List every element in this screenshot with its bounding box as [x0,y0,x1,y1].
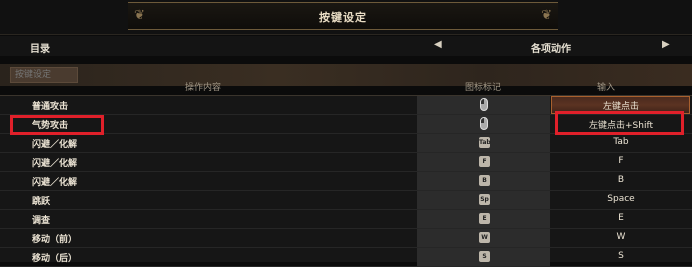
column-headers: 操作内容 图标标记 输入 [0,80,692,94]
keycap-icon: B [479,175,490,186]
action-label: 移动（后） [32,254,78,264]
key-binding[interactable]: E [554,213,688,223]
title-plaque: ❦ ❦ 按键设定 [128,2,558,30]
category-nav: 目录 ◀ 各项动作 ▶ [0,36,692,56]
key-binding[interactable]: B [554,175,688,185]
keycap-icon: Tab [479,137,491,148]
table-row[interactable]: 调查 E E [0,210,692,229]
action-label: 闪避／化解 [32,178,78,188]
annotation-box-key [555,111,684,135]
table-row[interactable]: 闪避／化解 B B [0,172,692,191]
action-label: 普通攻击 [32,102,69,112]
column-header-icon: 图标标记 [465,83,502,93]
table-row[interactable]: 闪避／化解 F F [0,153,692,172]
action-label: 闪避／化解 [32,159,78,169]
column-header-action: 操作内容 [185,83,222,93]
keycap-icon: F [479,156,490,167]
table-row[interactable]: 移动（前） W W [0,229,692,248]
contents-label[interactable]: 目录 [30,40,50,55]
key-binding[interactable]: W [554,232,688,242]
next-arrow-icon[interactable]: ▶ [662,39,670,50]
table-row[interactable]: 闪避／化解 Tab Tab [0,134,692,153]
window-title: 按键设定 [319,11,367,24]
title-bar: ❦ ❦ 按键设定 [0,0,692,35]
category-label: 各项动作 [531,44,571,55]
keycap-icon: E [479,213,490,224]
action-label: 跳跃 [32,197,51,207]
table-row[interactable]: 跳跃 Sp Space [0,191,692,210]
key-binding[interactable]: Tab [554,137,688,147]
key-binding[interactable]: Space [554,194,688,204]
keycap-icon: Sp [479,194,490,205]
action-label: 调查 [32,216,51,226]
column-header-input: 输入 [597,83,616,93]
keycap-icon: S [479,251,490,262]
key-binding[interactable]: F [554,156,688,166]
mouse-left-icon [480,98,488,111]
annotation-box-action [10,115,104,135]
table-row[interactable]: 移动（后） S S [0,248,692,267]
key-binding[interactable]: S [554,251,688,261]
mouse-left-shift-icon [480,117,488,130]
action-label: 闪避／化解 [32,140,78,150]
action-label: 移动（前） [32,235,78,245]
keycap-icon: W [479,232,490,243]
